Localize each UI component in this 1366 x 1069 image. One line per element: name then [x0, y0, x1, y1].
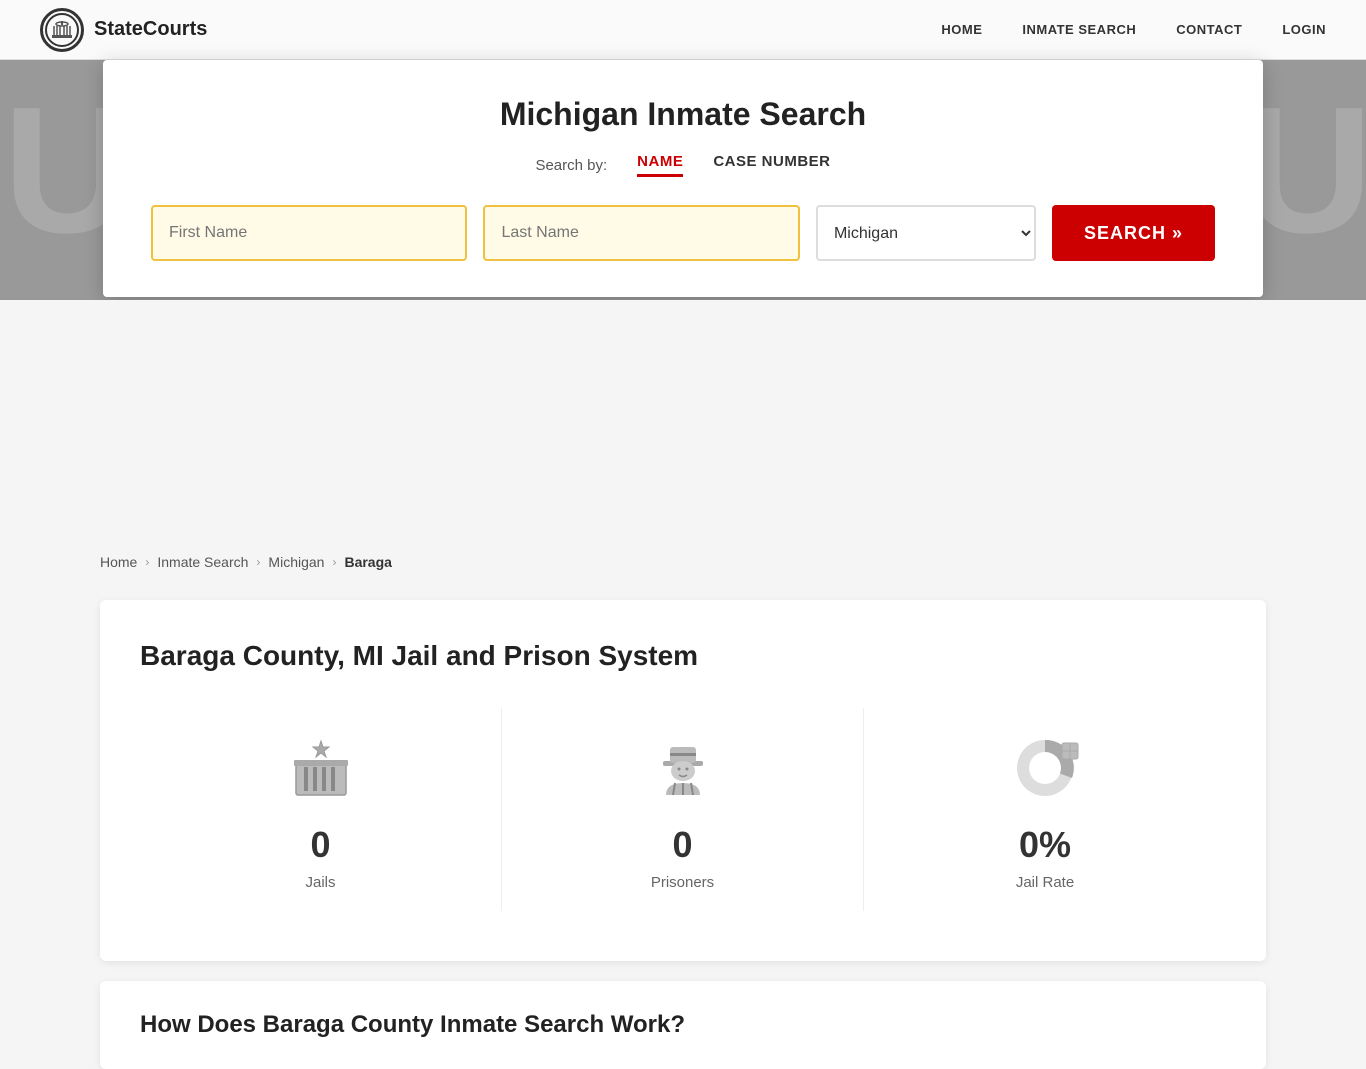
stat-prisoners-label: Prisoners — [651, 874, 714, 891]
logo-link[interactable]: StateCourts — [40, 8, 207, 52]
breadcrumb-sep-1: › — [145, 555, 149, 569]
search-card: Michigan Inmate Search Search by: NAME C… — [103, 60, 1263, 297]
search-button[interactable]: SEARCH » — [1052, 205, 1215, 261]
stat-prisoners-value: 0 — [672, 824, 692, 866]
nav-login[interactable]: LOGIN — [1282, 22, 1326, 37]
breadcrumb-home[interactable]: Home — [100, 554, 137, 570]
last-name-input[interactable] — [483, 205, 799, 261]
info-card-title: Baraga County, MI Jail and Prison System — [140, 640, 1226, 672]
tab-name[interactable]: NAME — [637, 153, 683, 177]
rate-icon — [1005, 728, 1085, 808]
search-tabs: Search by: NAME CASE NUMBER — [151, 153, 1215, 177]
search-by-label: Search by: — [535, 157, 607, 174]
breadcrumb-sep-2: › — [256, 555, 260, 569]
stat-jails-label: Jails — [305, 874, 335, 891]
stat-rate-value: 0% — [1019, 824, 1071, 866]
info-card: Baraga County, MI Jail and Prison System — [100, 600, 1266, 961]
breadcrumb-michigan[interactable]: Michigan — [268, 554, 324, 570]
nav-links: HOME INMATE SEARCH CONTACT LOGIN — [941, 21, 1326, 39]
stat-jails-value: 0 — [310, 824, 330, 866]
breadcrumb: Home › Inmate Search › Michigan › Baraga — [100, 540, 1266, 584]
stat-prisoners: 0 Prisoners — [502, 708, 864, 911]
state-select[interactable]: Michigan — [816, 205, 1036, 261]
tab-case-number[interactable]: CASE NUMBER — [713, 153, 830, 177]
navigation-bar: StateCourts HOME INMATE SEARCH CONTACT L… — [0, 0, 1366, 60]
breadcrumb-sep-3: › — [332, 555, 336, 569]
prisoner-icon — [643, 728, 723, 808]
stat-rate-label: Jail Rate — [1016, 874, 1074, 891]
nav-home[interactable]: HOME — [941, 22, 982, 37]
first-name-input[interactable] — [151, 205, 467, 261]
search-card-title: Michigan Inmate Search — [151, 96, 1215, 133]
breadcrumb-inmate-search[interactable]: Inmate Search — [157, 554, 248, 570]
search-fields: Michigan SEARCH » — [151, 205, 1215, 261]
bottom-card-title: How Does Baraga County Inmate Search Wor… — [140, 1011, 1226, 1039]
stat-jail-rate: 0% Jail Rate — [864, 708, 1226, 911]
logo-text: StateCourts — [94, 18, 207, 41]
breadcrumb-current: Baraga — [344, 554, 391, 570]
search-card-wrapper: Michigan Inmate Search Search by: NAME C… — [103, 60, 1263, 297]
stats-grid: 0 Jails — [140, 708, 1226, 911]
nav-contact[interactable]: CONTACT — [1176, 22, 1242, 37]
nav-inmate-search[interactable]: INMATE SEARCH — [1022, 22, 1136, 37]
main-content: Home › Inmate Search › Michigan › Baraga… — [0, 540, 1366, 1069]
bottom-card: How Does Baraga County Inmate Search Wor… — [100, 981, 1266, 1069]
stat-jails: 0 Jails — [140, 708, 502, 911]
jail-icon — [281, 728, 361, 808]
logo-icon — [40, 8, 84, 52]
